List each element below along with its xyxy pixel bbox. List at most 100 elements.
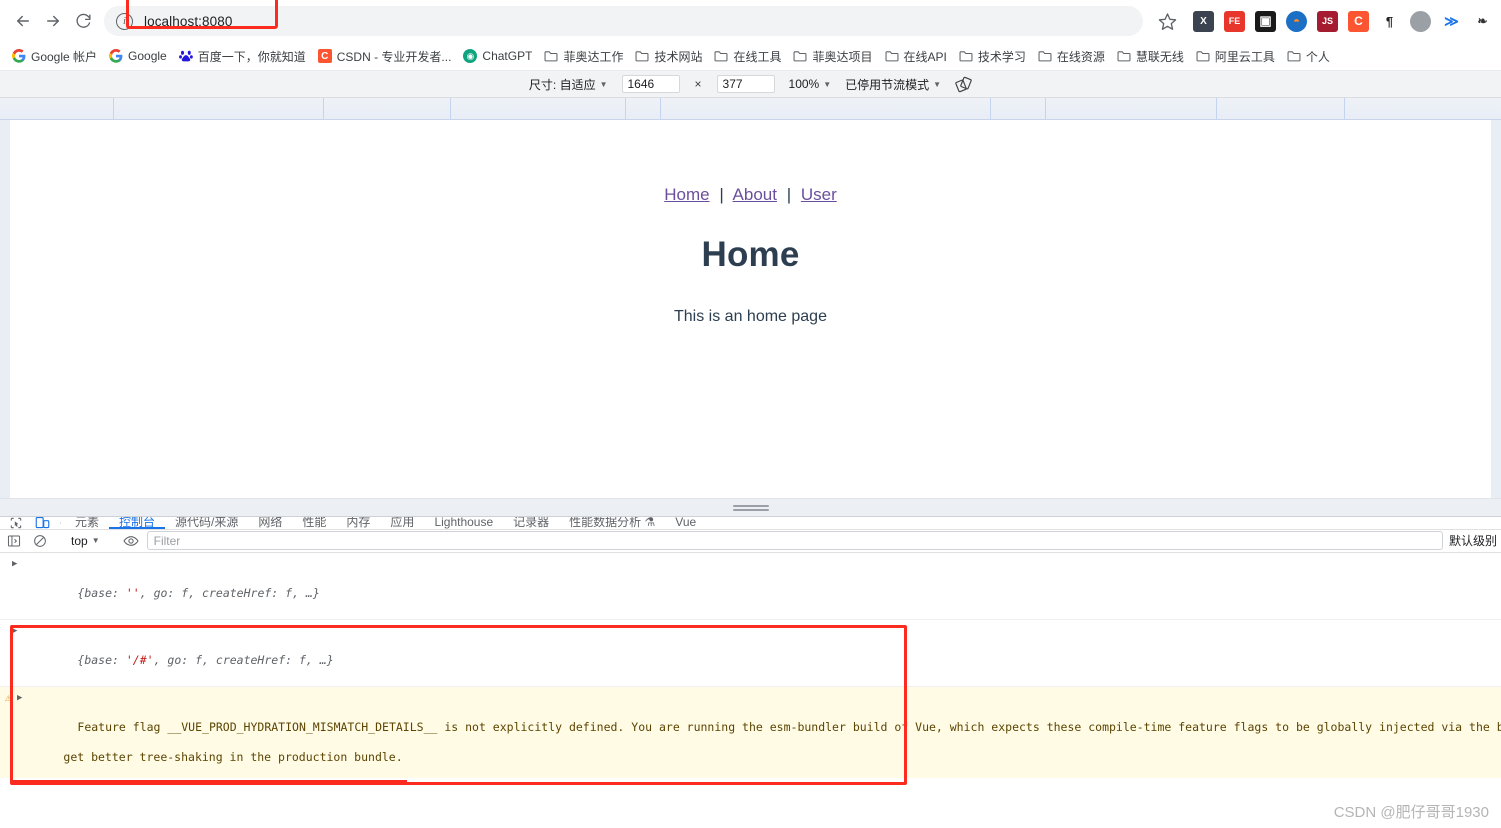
avatar-icon[interactable] (1410, 10, 1431, 32)
tab-recorder[interactable]: 记录器 (503, 517, 559, 529)
execution-context-select[interactable]: top ▼ (65, 534, 106, 548)
bookmark-folder-huilian-wireless[interactable]: 慧联无线 (1111, 45, 1190, 68)
square-extension-icon[interactable]: ▣ (1255, 10, 1276, 32)
bookmark-google[interactable]: Google (103, 46, 173, 66)
bookmark-folder-online-api[interactable]: 在线API (879, 45, 953, 68)
console-sidebar-toggle-icon[interactable] (2, 530, 26, 552)
drag-handle-icon[interactable] (732, 503, 769, 513)
bookmark-label: Google 帐户 (31, 49, 98, 64)
bookmark-chatgpt[interactable]: ◉ ChatGPT (457, 46, 538, 66)
bookmark-label: 慧联无线 (1135, 49, 1184, 64)
panda-extension-icon[interactable]: ❧ (1472, 10, 1493, 32)
site-info-icon[interactable]: i (116, 12, 133, 30)
omnibox-wrapper: i localhost:8080 (104, 0, 1143, 36)
csdn-extension-icon[interactable]: C (1348, 10, 1369, 32)
zoom-select[interactable]: 100% ▼ (789, 77, 832, 91)
tab-application[interactable]: 应用 (380, 517, 424, 529)
forward-icon[interactable] (38, 6, 68, 36)
folder-icon (959, 49, 973, 63)
tab-lighthouse[interactable]: Lighthouse (424, 517, 503, 529)
console-row-object-2[interactable]: ▶ {base: '/#', go: f, createHref: f, …} (0, 620, 1501, 687)
bookmark-star-icon[interactable] (1151, 5, 1183, 37)
bookmark-label: 百度一下，你就知道 (197, 49, 306, 64)
js-extension-icon[interactable]: JS (1317, 10, 1338, 32)
tab-memory[interactable]: 内存 (336, 517, 380, 529)
log-text: {base: (77, 652, 126, 667)
nav-link-user[interactable]: User (801, 185, 837, 204)
bookmark-folder-tech-sites[interactable]: 技术网站 (629, 45, 708, 68)
folder-icon (714, 49, 728, 63)
browser-toolbar: i localhost:8080 X FE ▣ ◓ JS C ¶ ≫ ❧ (0, 0, 1501, 42)
console-filter-input[interactable] (146, 531, 1443, 551)
bookmark-label: 菲奥达工作 (563, 49, 624, 64)
page-nav: Home | About | User (10, 185, 1491, 205)
bookmark-folder-personal[interactable]: 个人 (1281, 45, 1336, 68)
bookmark-folder-online-resources[interactable]: 在线资源 (1032, 45, 1111, 68)
device-emulation-toolbar: 尺寸: 自适应 ▼ × 100% ▼ 已停用节流模式 ▼ (0, 71, 1501, 98)
nav-link-home[interactable]: Home (664, 185, 709, 204)
console-annotation-underline (10, 780, 407, 783)
tab-performance-insights[interactable]: 性能数据分析 ⚗ (559, 517, 665, 529)
url-text: localhost:8080 (144, 13, 233, 29)
rotate-icon[interactable] (955, 76, 972, 93)
bookmark-label: 在线工具 (733, 49, 782, 64)
bookmark-label: 在线资源 (1056, 49, 1105, 64)
bookmark-label: 菲奥达项目 (812, 49, 873, 64)
screen-root: i localhost:8080 X FE ▣ ◓ JS C ¶ ≫ ❧ Goo… (0, 0, 1501, 828)
reload-icon[interactable] (68, 6, 98, 36)
console-output[interactable]: ▶ {base: '', go: f, createHref: f, …} ▶ … (0, 552, 1501, 778)
bookmark-folder-feiaoda-project[interactable]: 菲奥达项目 (787, 45, 878, 68)
inspect-element-icon[interactable] (2, 517, 29, 529)
bookmark-baidu[interactable]: 百度一下，你就知道 (173, 45, 312, 68)
throttling-select[interactable]: 已停用节流模式 ▼ (845, 76, 941, 93)
throttling-label: 已停用节流模式 (845, 77, 930, 92)
dimension-separator: × (694, 77, 702, 91)
back-icon[interactable] (8, 6, 38, 36)
expand-arrow-icon[interactable]: ▶ (17, 691, 22, 706)
expand-arrow-icon[interactable]: ▶ (12, 624, 17, 639)
console-filter-bar: top ▼ 默认级别 (0, 529, 1501, 553)
chevron-down-icon: ▼ (599, 79, 608, 89)
viewport-width-input[interactable] (621, 75, 680, 93)
console-row-object-1[interactable]: ▶ {base: '', go: f, createHref: f, …} (0, 553, 1501, 620)
bookmark-folder-tech-learning[interactable]: 技术学习 (953, 45, 1032, 68)
x-extension-icon[interactable]: X (1193, 10, 1214, 32)
google-icon (12, 49, 26, 63)
log-levels-select[interactable]: 默认级别 (1449, 532, 1501, 549)
address-bar[interactable]: i localhost:8080 (104, 6, 1143, 36)
nav-separator: | (786, 185, 792, 204)
viewport-height-input[interactable] (716, 75, 775, 93)
nav-link-about[interactable]: About (733, 185, 777, 204)
zoom-label: 100% (788, 77, 820, 91)
device-size-label: 尺寸: 自适应 (528, 77, 596, 92)
bookmark-label: CSDN - 专业开发者... (336, 49, 452, 64)
tab-vue[interactable]: Vue (665, 517, 706, 529)
fe-extension-icon[interactable]: FE (1224, 10, 1245, 32)
live-expression-eye-icon[interactable] (119, 530, 143, 552)
expand-arrow-icon[interactable]: ▶ (12, 557, 17, 572)
layers-extension-icon[interactable]: ≫ (1441, 10, 1462, 32)
bookmark-label: 个人 (1305, 49, 1330, 64)
google-icon (109, 49, 123, 63)
bookmark-folder-feiaoda-work[interactable]: 菲奥达工作 (538, 45, 629, 68)
tab-performance[interactable]: 性能 (292, 517, 336, 529)
device-toolbar-toggle-icon[interactable] (29, 517, 56, 529)
bookmark-google-account[interactable]: Google 帐户 (6, 45, 103, 68)
chatgpt-icon: ◉ (463, 49, 478, 63)
bookmark-folder-aliyun-tools[interactable]: 阿里云工具 (1190, 45, 1281, 68)
bookmark-csdn[interactable]: C CSDN - 专业开发者... (312, 45, 458, 68)
tab-console[interactable]: 控制台 (109, 517, 166, 529)
bookmark-folder-online-tools[interactable]: 在线工具 (708, 45, 787, 68)
flame-extension-icon[interactable]: ◓ (1286, 10, 1307, 32)
tab-elements[interactable]: 元素 (65, 517, 109, 529)
bookmark-label: 阿里云工具 (1214, 49, 1275, 64)
clear-console-icon[interactable] (28, 530, 52, 552)
page-title: Home (701, 235, 800, 274)
console-row-feature-flag-warning[interactable]: ▶ Feature flag __VUE_PROD_HYDRATION_MISM… (0, 686, 1501, 778)
device-size-select[interactable]: 尺寸: 自适应 ▼ (529, 76, 608, 93)
pilcrow-extension-icon[interactable]: ¶ (1379, 10, 1400, 32)
devtools-splitter[interactable] (0, 498, 1501, 516)
tab-network[interactable]: 网络 (248, 517, 292, 529)
nav-separator: | (719, 185, 724, 204)
tab-sources[interactable]: 源代码/来源 (165, 517, 248, 529)
